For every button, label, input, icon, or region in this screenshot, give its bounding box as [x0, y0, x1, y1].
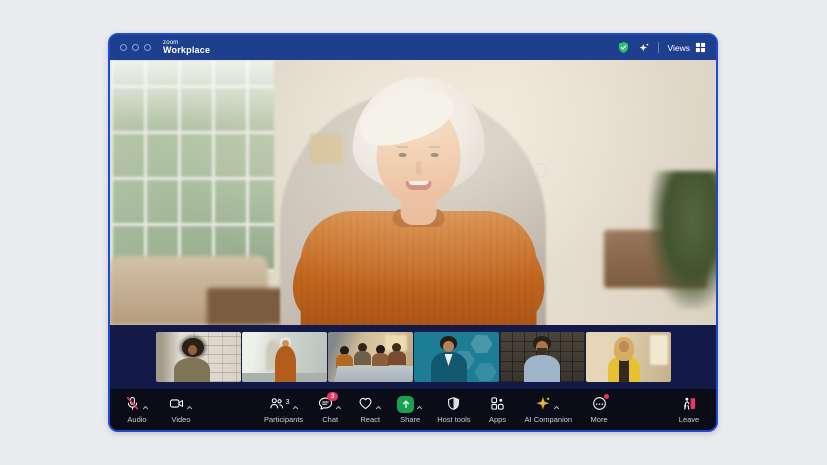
window-controls	[120, 44, 151, 51]
share-button[interactable]: Share	[397, 396, 423, 424]
meeting-toolbar: Audio Video	[110, 389, 716, 430]
participants-count: 3	[286, 399, 290, 406]
toolbar-label: Chat	[322, 416, 338, 424]
chat-bubble-icon: 3	[318, 396, 333, 411]
toolbar-label: AI Companion	[525, 416, 573, 424]
toolbar-label: Share	[400, 416, 420, 424]
toolbar-center-group: 3 Participants 3 Chat	[264, 396, 612, 424]
main-video-feed[interactable]	[110, 60, 716, 325]
thumbnail-background	[475, 362, 497, 382]
toolbar-left-group: Audio Video	[124, 396, 194, 424]
leave-button[interactable]: Leave	[676, 396, 702, 424]
participant-thumbnail-5[interactable]	[500, 332, 585, 382]
chevron-up-icon[interactable]	[553, 397, 560, 415]
toolbar-label: Video	[171, 416, 190, 424]
toolbar-label: Host tools	[437, 416, 470, 424]
host-tools-button[interactable]: Host tools	[437, 396, 470, 424]
brand-workplace-text: Workplace	[163, 46, 210, 55]
shield-icon	[446, 396, 461, 411]
video-scene-light-overlay	[110, 60, 716, 325]
chat-unread-badge: 3	[327, 392, 338, 401]
thumbnail-table	[334, 366, 413, 382]
person-silhouette	[537, 348, 547, 355]
person-silhouette	[188, 345, 197, 355]
participants-icon	[269, 396, 284, 411]
chat-button[interactable]: 3 Chat	[317, 396, 343, 424]
more-notification-dot	[604, 394, 609, 399]
participants-filmstrip	[110, 325, 716, 389]
titlebar-right-controls: Views	[617, 41, 706, 54]
heart-icon	[358, 396, 373, 411]
person-silhouette	[275, 346, 296, 382]
apps-icon	[490, 396, 505, 411]
window-close-button[interactable]	[120, 44, 127, 51]
toolbar-label: Apps	[489, 416, 506, 424]
person-silhouette	[388, 351, 406, 365]
window-titlebar: zoom Workplace Views	[110, 35, 716, 60]
person-silhouette	[443, 341, 454, 352]
person-silhouette	[524, 355, 560, 382]
participants-button[interactable]: 3 Participants	[264, 396, 303, 424]
participant-thumbnail-6[interactable]	[586, 332, 671, 382]
thumbnail-background	[650, 335, 668, 365]
apps-button[interactable]: Apps	[485, 396, 511, 424]
views-button[interactable]: Views	[667, 42, 706, 53]
person-silhouette	[372, 353, 389, 366]
chevron-up-icon[interactable]	[142, 397, 149, 415]
leave-door-icon	[682, 396, 697, 411]
more-ellipsis-icon	[592, 396, 607, 411]
participant-thumbnail-3[interactable]	[328, 332, 413, 382]
grid-view-icon	[695, 42, 706, 53]
toolbar-label: React	[360, 416, 380, 424]
toolbar-label: Leave	[679, 416, 699, 424]
zoom-workplace-logo: zoom Workplace	[163, 40, 210, 55]
more-button[interactable]: More	[586, 396, 612, 424]
participant-thumbnail-4[interactable]	[414, 332, 499, 382]
window-maximize-button[interactable]	[144, 44, 151, 51]
person-silhouette	[354, 351, 371, 365]
toolbar-label: Participants	[264, 416, 303, 424]
video-button[interactable]: Video	[168, 396, 194, 424]
thumbnail-background	[471, 334, 493, 354]
chevron-up-icon[interactable]	[416, 397, 423, 415]
toolbar-label: More	[591, 416, 608, 424]
mic-muted-icon	[125, 396, 140, 411]
views-label: Views	[667, 43, 690, 53]
participant-thumbnail-2[interactable]	[242, 332, 327, 382]
audio-button[interactable]: Audio	[124, 396, 150, 424]
react-button[interactable]: React	[357, 396, 383, 424]
person-silhouette	[619, 360, 629, 382]
person-silhouette	[619, 341, 629, 352]
participant-thumbnail-1[interactable]	[156, 332, 241, 382]
zoom-meeting-window: zoom Workplace Views	[108, 33, 718, 432]
window-minimize-button[interactable]	[132, 44, 139, 51]
person-silhouette	[174, 358, 210, 382]
ai-sparkle-icon[interactable]	[638, 42, 650, 54]
titlebar-divider	[658, 42, 659, 53]
video-camera-icon	[169, 396, 184, 411]
toolbar-label: Audio	[127, 416, 146, 424]
chevron-up-icon[interactable]	[292, 397, 299, 415]
ai-sparkle-icon	[536, 396, 551, 411]
shield-check-icon[interactable]	[617, 41, 630, 54]
share-screen-icon	[397, 396, 414, 413]
ai-companion-button[interactable]: AI Companion	[525, 396, 573, 424]
chevron-up-icon[interactable]	[186, 397, 193, 415]
chevron-up-icon[interactable]	[375, 397, 382, 415]
